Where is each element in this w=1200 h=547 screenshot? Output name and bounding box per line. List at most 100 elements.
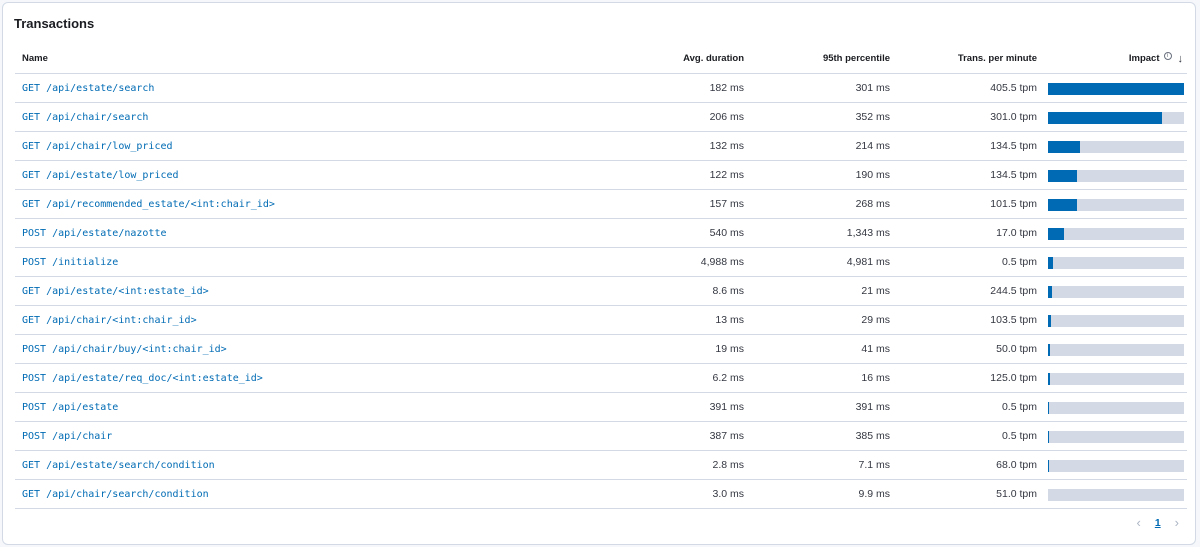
- avg-duration-value: 540 ms: [709, 227, 744, 239]
- transaction-name-link[interactable]: GET /api/chair/low_priced: [22, 132, 173, 161]
- impact-bar-fill: [1048, 112, 1163, 124]
- impact-bar: [1048, 402, 1184, 414]
- impact-bar: [1048, 489, 1184, 501]
- transaction-name-link[interactable]: GET /api/estate/search: [22, 74, 154, 103]
- column-header-impact-label: Impact: [1128, 53, 1160, 64]
- table-row: GET /api/chair/search 206 ms 352 ms 301.0 t…: [15, 103, 1187, 132]
- info-icon[interactable]: i: [1163, 52, 1172, 60]
- transaction-name-link[interactable]: POST /initialize: [22, 248, 118, 277]
- transaction-name-link[interactable]: POST /api/estate/req_doc/<int:estate_id>: [22, 364, 263, 393]
- impact-bar-fill: [1048, 257, 1053, 269]
- avg-duration-value: 13 ms: [715, 314, 744, 326]
- tpm-value: 68.0 tpm: [996, 459, 1037, 471]
- transaction-name-link[interactable]: GET /api/estate/search/condition: [22, 451, 215, 480]
- p95-value: 391 ms: [855, 401, 890, 413]
- transaction-name-link[interactable]: POST /api/estate/nazotte: [22, 219, 167, 248]
- tpm-value: 0.5 tpm: [1001, 256, 1037, 268]
- transaction-name-link[interactable]: GET /api/chair/<int:chair_id>: [22, 306, 197, 335]
- p95-value: 385 ms: [855, 430, 890, 442]
- p95-value: 29 ms: [861, 314, 890, 326]
- avg-duration-value: 3.0 ms: [712, 488, 744, 500]
- avg-duration-value: 387 ms: [709, 430, 744, 442]
- impact-bar: [1048, 373, 1184, 385]
- avg-duration-value: 2.8 ms: [712, 459, 744, 471]
- avg-duration-value: 391 ms: [709, 401, 744, 413]
- tpm-value: 301.0 tpm: [990, 111, 1037, 123]
- impact-bar: [1048, 431, 1184, 443]
- sort-descending-icon[interactable]: ↓: [1178, 44, 1184, 74]
- impact-bar: [1048, 83, 1184, 95]
- transaction-name-link[interactable]: GET /api/estate/low_priced: [22, 161, 179, 190]
- tpm-value: 50.0 tpm: [996, 343, 1037, 355]
- avg-duration-value: 132 ms: [709, 140, 744, 152]
- chevron-left-icon[interactable]: ‹: [1136, 516, 1140, 530]
- pagination: ‹ 1 ›: [1136, 516, 1179, 530]
- table-row: POST /api/estate/req_doc/<int:estate_id>…: [15, 364, 1187, 393]
- avg-duration-value: 19 ms: [715, 343, 744, 355]
- tpm-value: 0.5 tpm: [1001, 430, 1037, 442]
- transaction-name-link[interactable]: POST /api/chair/buy/<int:chair_id>: [22, 335, 227, 364]
- transaction-name-link[interactable]: GET /api/estate/<int:estate_id>: [22, 277, 209, 306]
- table-row: POST /api/chair 387 ms 385 ms 0.5 tpm: [15, 422, 1187, 451]
- transactions-table: Name Avg. duration 95th percentile Trans…: [15, 44, 1187, 509]
- p95-value: 214 ms: [855, 140, 890, 152]
- transaction-name-link[interactable]: POST /api/chair: [22, 422, 112, 451]
- p95-value: 352 ms: [855, 111, 890, 123]
- tpm-value: 103.5 tpm: [990, 314, 1037, 326]
- table-header: Name Avg. duration 95th percentile Trans…: [15, 44, 1187, 74]
- avg-duration-value: 122 ms: [709, 169, 744, 181]
- tpm-value: 51.0 tpm: [996, 488, 1037, 500]
- avg-duration-value: 206 ms: [709, 111, 744, 123]
- table-body: GET /api/estate/search 182 ms 301 ms 405.5 …: [15, 74, 1187, 509]
- p95-value: 4,981 ms: [846, 256, 890, 268]
- impact-bar-fill: [1048, 170, 1078, 182]
- p95-value: 41 ms: [861, 343, 890, 355]
- table-row: POST /api/estate 391 ms 391 ms 0.5 tpm: [15, 393, 1187, 422]
- impact-bar: [1048, 315, 1184, 327]
- p95-value: 268 ms: [855, 198, 890, 210]
- column-header-95th-percentile[interactable]: 95th percentile: [823, 44, 890, 74]
- table-row: POST /api/estate/nazotte 540 ms 1,343 ms 17…: [15, 219, 1187, 248]
- avg-duration-value: 157 ms: [709, 198, 744, 210]
- table-row: GET /api/estate/low_priced 122 ms 190 ms 13…: [15, 161, 1187, 190]
- p95-value: 21 ms: [861, 285, 890, 297]
- impact-bar: [1048, 344, 1184, 356]
- impact-bar: [1048, 286, 1184, 298]
- impact-bar: [1048, 257, 1184, 269]
- p95-value: 190 ms: [855, 169, 890, 181]
- transaction-name-link[interactable]: GET /api/recommended_estate/<int:chair_i…: [22, 190, 275, 219]
- transaction-name-link[interactable]: POST /api/estate: [22, 393, 118, 422]
- impact-bar: [1048, 170, 1184, 182]
- transaction-name-link[interactable]: GET /api/chair/search/condition: [22, 480, 209, 509]
- table-row: GET /api/estate/search/condition 2.8 ms 7.…: [15, 451, 1187, 480]
- avg-duration-value: 6.2 ms: [712, 372, 744, 384]
- table-row: GET /api/chair/search/condition 3.0 ms 9.9…: [15, 480, 1187, 509]
- tpm-value: 0.5 tpm: [1001, 401, 1037, 413]
- column-header-name[interactable]: Name: [22, 44, 48, 74]
- tpm-value: 244.5 tpm: [990, 285, 1037, 297]
- column-header-impact[interactable]: Impact i ↓: [1129, 44, 1183, 74]
- tpm-value: 125.0 tpm: [990, 372, 1037, 384]
- table-row: GET /api/estate/<int:estate_id> 8.6 ms 21 …: [15, 277, 1187, 306]
- impact-bar-fill: [1048, 141, 1080, 153]
- table-row: GET /api/chair/low_priced 132 ms 214 ms 134…: [15, 132, 1187, 161]
- tpm-value: 405.5 tpm: [990, 82, 1037, 94]
- table-row: GET /api/chair/<int:chair_id> 13 ms 29 ms 1…: [15, 306, 1187, 335]
- chevron-right-icon[interactable]: ›: [1175, 516, 1179, 530]
- impact-bar: [1048, 228, 1184, 240]
- column-header-avg-duration[interactable]: Avg. duration: [683, 44, 744, 74]
- avg-duration-value: 4,988 ms: [700, 256, 744, 268]
- p95-value: 9.9 ms: [858, 488, 890, 500]
- tpm-value: 101.5 tpm: [990, 198, 1037, 210]
- impact-bar-fill: [1048, 286, 1053, 298]
- impact-bar-fill: [1048, 431, 1050, 443]
- transaction-name-link[interactable]: GET /api/chair/search: [22, 103, 148, 132]
- column-header-trans-per-minute[interactable]: Trans. per minute: [958, 44, 1037, 74]
- impact-bar-fill: [1048, 460, 1049, 472]
- page-number-current[interactable]: 1: [1153, 517, 1163, 529]
- panel-title: Transactions: [14, 16, 95, 31]
- tpm-value: 134.5 tpm: [990, 169, 1037, 181]
- impact-bar-fill: [1048, 199, 1077, 211]
- p95-value: 16 ms: [861, 372, 890, 384]
- impact-bar-fill: [1048, 373, 1050, 385]
